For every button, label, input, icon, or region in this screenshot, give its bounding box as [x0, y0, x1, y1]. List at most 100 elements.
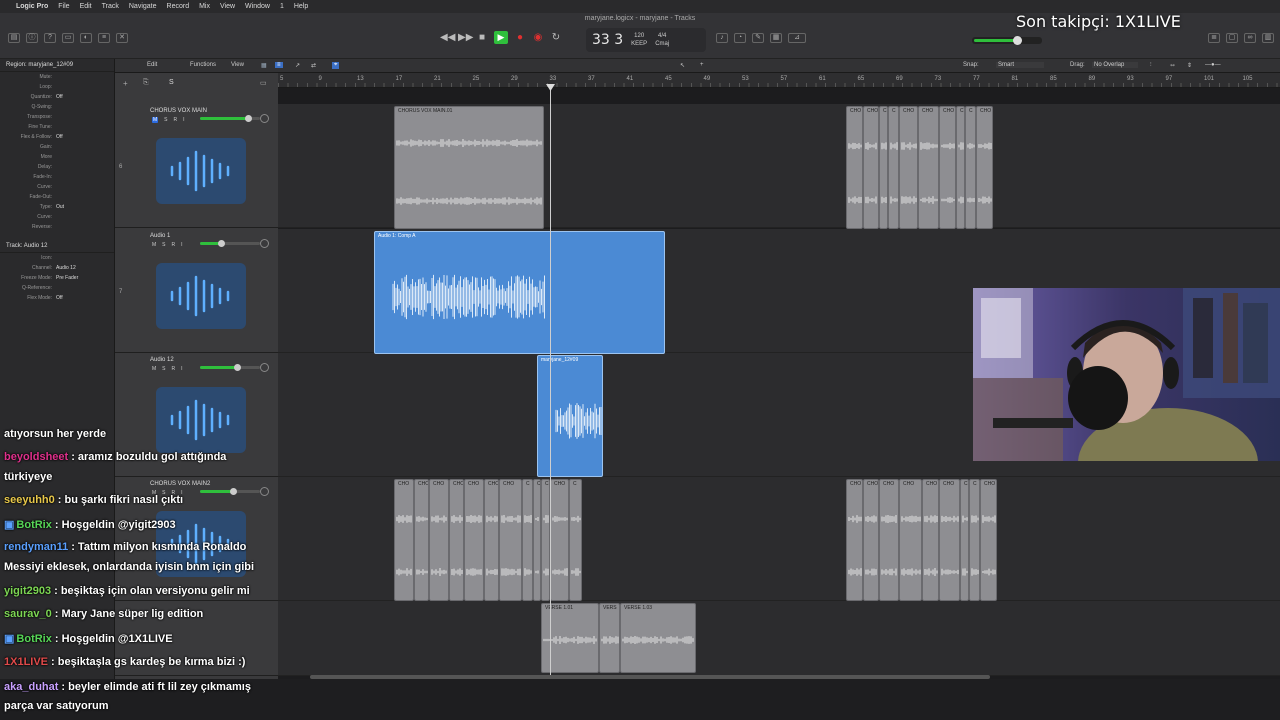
view-menu[interactable]: View [231, 62, 244, 68]
menu-track[interactable]: Track [102, 3, 119, 10]
menu-mix[interactable]: Mix [199, 3, 210, 10]
menu-edit[interactable]: Edit [80, 3, 92, 10]
menu-help[interactable]: Help [294, 3, 308, 10]
vertical-zoom-icon[interactable]: ⇕ [1187, 62, 1192, 69]
track-param-row[interactable]: Icon: [0, 253, 114, 263]
region-param-row[interactable]: Gain: [0, 142, 114, 152]
track-volume-slider[interactable] [200, 240, 260, 247]
region-cho-take[interactable]: CHO [464, 479, 484, 601]
solo-button[interactable]: S [162, 366, 165, 372]
record-icon[interactable]: ● [514, 32, 526, 43]
list-editors-icon[interactable]: ≣ [1208, 33, 1220, 43]
track-folder-icon[interactable]: ⎘ [143, 79, 149, 87]
menu-view[interactable]: View [220, 3, 235, 10]
tuner-icon[interactable]: ♪ [716, 33, 728, 43]
zoom-slider-icon[interactable]: —●— [1205, 62, 1221, 68]
region-param-row[interactable]: Flex & Follow: Off [0, 132, 114, 142]
list-view-icon[interactable]: ≡ [275, 62, 283, 68]
menu-navigate[interactable]: Navigate [129, 3, 157, 10]
region-param-row[interactable]: Q-Swing: [0, 102, 114, 112]
track-on-off-button[interactable] [260, 487, 269, 496]
region-cho-take[interactable]: CHO [449, 479, 464, 601]
track-header[interactable]: 6 CHORUS VOX MAIN M S R I [115, 104, 278, 228]
library-icon[interactable]: ▤ [8, 33, 20, 43]
region-param-row[interactable]: Fine Tune: [0, 122, 114, 132]
drag-select[interactable]: No Overlap [1092, 62, 1139, 68]
track-volume-slider[interactable] [200, 364, 260, 371]
global-solo-icon[interactable]: S [169, 79, 174, 86]
link-icon[interactable]: ⇄ [311, 62, 316, 69]
region-param-row[interactable]: Transpose: [0, 112, 114, 122]
track-name[interactable]: CHORUS VOX MAIN2 [150, 481, 210, 487]
region-cho-take[interactable]: CHO [394, 479, 414, 601]
region-cho-take[interactable]: CHO [846, 479, 863, 601]
region-cho-take[interactable]: C [965, 106, 976, 229]
browser-icon[interactable]: ▥ [1262, 33, 1274, 43]
record-enable-button[interactable]: R [174, 117, 178, 123]
region-param-row[interactable]: Reverse: [0, 222, 114, 232]
region-cho-take[interactable]: CHO [939, 479, 960, 601]
track-name[interactable]: Audio 12 [150, 357, 174, 363]
region-cho-take[interactable]: CHO [976, 106, 993, 229]
notepad-icon[interactable]: ▢ [1226, 33, 1238, 43]
bar-ruler[interactable]: 5 9 13 17 21 25 29 33 37 41 45 49 53 57 61 65 69 73 77 81 85… [278, 73, 1280, 88]
region-cho-take[interactable]: CHO [499, 479, 522, 601]
region-cho-take[interactable]: CHO [863, 479, 879, 601]
play-icon[interactable]: ▶ [494, 31, 508, 44]
metronome-icon[interactable]: ⊿ [788, 33, 806, 43]
mute-button[interactable]: M [152, 242, 156, 248]
region-cho-take[interactable]: C [888, 106, 899, 229]
capture-record-icon[interactable]: ◉ [532, 32, 544, 43]
menu-logic-pro[interactable]: Logic Pro [16, 3, 48, 10]
secondary-tool-icon[interactable]: + [700, 62, 704, 68]
region-cho-take[interactable]: CHO [899, 479, 922, 601]
snap-select[interactable]: Smart [996, 62, 1045, 68]
region-verse-short[interactable]: VERS [599, 603, 620, 673]
region-verse-1-03[interactable]: VERSE 1.03 [620, 603, 696, 673]
region-param-row[interactable]: Fade-In: [0, 172, 114, 182]
quick-help-icon[interactable]: ? [44, 33, 56, 43]
solo-button[interactable]: S [164, 117, 167, 123]
track-volume-slider[interactable] [200, 488, 260, 495]
mute-button[interactable]: M [152, 366, 156, 372]
input-monitor-button[interactable]: I [181, 366, 182, 372]
track-param-row[interactable]: Channel: Audio 12 [0, 263, 114, 273]
region-cho-take[interactable]: CHO [414, 479, 429, 601]
menu-1[interactable]: 1 [280, 3, 284, 10]
region-chorus-vox-main-01[interactable]: CHORUS VOX MAIN.01 [394, 106, 544, 229]
region-param-row[interactable]: Loop: [0, 82, 114, 92]
mixer-icon[interactable]: ≡ [98, 33, 110, 43]
region-cho-take[interactable]: C [522, 479, 533, 601]
pencil-icon[interactable]: ✎ [752, 33, 764, 43]
track-on-off-button[interactable] [260, 239, 269, 248]
global-tracks-icon[interactable]: ▭ [260, 79, 267, 87]
track-name[interactable]: CHORUS VOX MAIN [150, 108, 207, 114]
solo-button[interactable]: S [162, 242, 165, 248]
rewind-icon[interactable]: ◀◀ [440, 32, 455, 43]
edit-menu[interactable]: Edit [147, 62, 157, 68]
toolbar-icon[interactable]: ▭ [62, 33, 74, 43]
lcd-display[interactable]: 33 3 120 KEEP 4/4 Cmaj [586, 28, 706, 52]
region-param-row[interactable]: Mute: [0, 72, 114, 82]
track-name[interactable]: Audio 1 [150, 233, 170, 239]
catch-icon[interactable]: ↗ [295, 62, 300, 69]
region-param-row[interactable]: Fade-Out: [0, 192, 114, 202]
track-lane[interactable] [278, 601, 1280, 676]
region-cho-take[interactable]: CHO [879, 479, 899, 601]
region-cho-take[interactable]: CHO [939, 106, 956, 229]
loop-browser-icon[interactable]: ∞ [1244, 33, 1256, 43]
menu-record[interactable]: Record [167, 3, 190, 10]
master-volume-slider[interactable] [972, 36, 1042, 45]
region-cho-take[interactable]: C [541, 479, 550, 601]
region-param-row[interactable]: Delay: [0, 162, 114, 172]
volume-knob[interactable] [245, 115, 252, 122]
volume-knob[interactable] [234, 364, 242, 371]
count-in-icon[interactable]: ▦ [770, 33, 782, 43]
region-param-row[interactable]: Curve: [0, 182, 114, 192]
input-monitor-button[interactable]: I [181, 242, 182, 248]
forward-icon[interactable]: ▶▶ [458, 32, 473, 43]
region-cho-take[interactable]: C [956, 106, 965, 229]
region-cho-take[interactable]: CHO [550, 479, 569, 601]
region-cho-take[interactable]: C [569, 479, 582, 601]
volume-knob[interactable] [230, 488, 237, 495]
